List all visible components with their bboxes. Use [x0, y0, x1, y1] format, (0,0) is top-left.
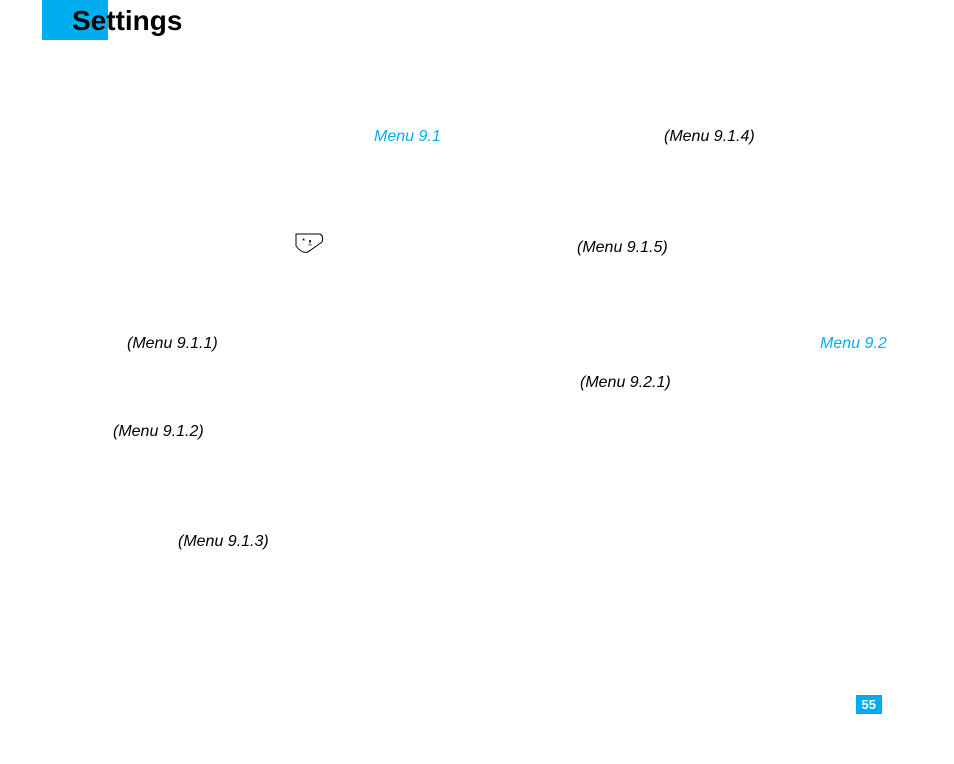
menu-9-1-5-label: (Menu 9.1.5) — [577, 239, 668, 257]
menu-9-2-label: Menu 9.2 — [820, 335, 887, 353]
menu-9-1-2-label: (Menu 9.1.2) — [113, 423, 204, 441]
menu-9-1-4-label: (Menu 9.1.4) — [664, 128, 755, 146]
menu-9-1-3-label: (Menu 9.1.3) — [178, 533, 269, 551]
page-number: 55 — [856, 695, 882, 714]
menu-9-1-label: Menu 9.1 — [374, 128, 441, 146]
menu-9-2-1-label: (Menu 9.2.1) — [580, 374, 671, 392]
key-icon: * — [294, 232, 326, 261]
page-title: Settings — [72, 5, 182, 37]
svg-text:*: * — [302, 237, 305, 246]
menu-9-1-1-label: (Menu 9.1.1) — [127, 335, 218, 353]
